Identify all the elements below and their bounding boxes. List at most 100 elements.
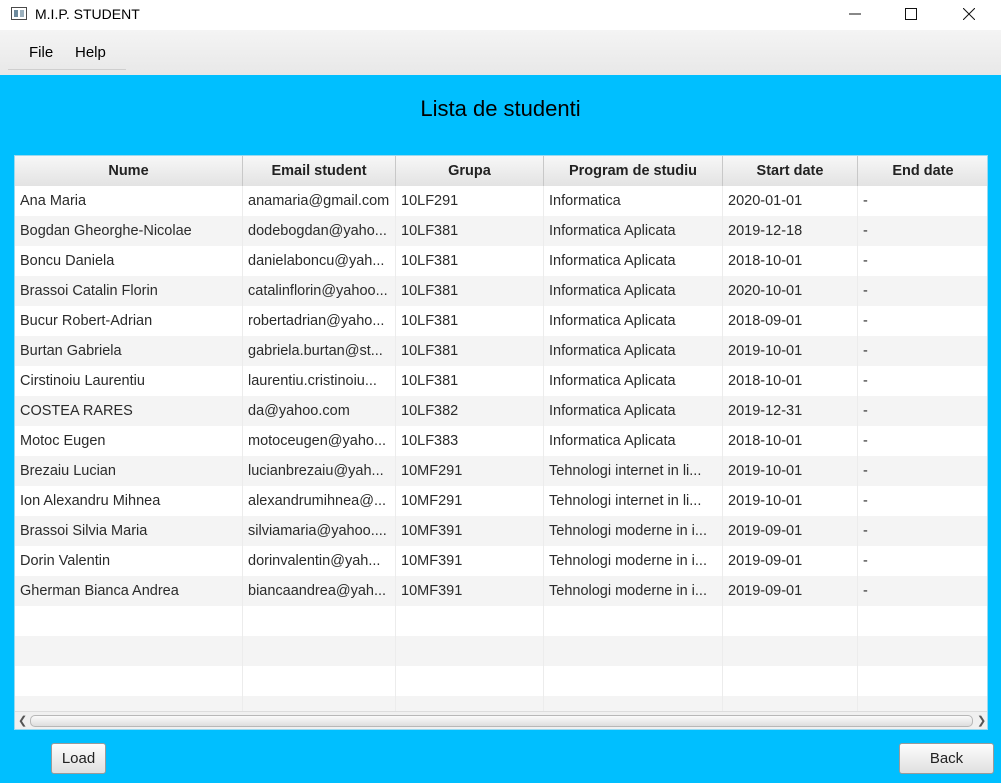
table-cell: da@yahoo.com — [243, 396, 396, 426]
table-row[interactable] — [15, 666, 987, 696]
table-cell: Tehnologi moderne in i... — [544, 546, 723, 576]
table-cell: - — [858, 186, 987, 216]
table-row[interactable]: Brassoi Silvia Maria silviamaria@yahoo...… — [15, 516, 987, 546]
menu-bar: File Help — [0, 30, 1001, 75]
table-cell: 2019-10-01 — [723, 456, 858, 486]
table-cell: - — [858, 456, 987, 486]
table-cell: - — [858, 426, 987, 456]
table-cell: 2019-12-18 — [723, 216, 858, 246]
table-row[interactable]: Dorin Valentin dorinvalentin@yah... 10MF39… — [15, 546, 987, 576]
table-cell: Tehnologi moderne in i... — [544, 576, 723, 606]
table-cell — [243, 606, 396, 636]
table-cell: Informatica Aplicata — [544, 306, 723, 336]
table-cell: 2019-10-01 — [723, 336, 858, 366]
table-cell: - — [858, 336, 987, 366]
table-cell: Brassoi Catalin Florin — [15, 276, 243, 306]
minimize-button[interactable] — [832, 0, 878, 30]
table-cell — [15, 636, 243, 666]
column-header[interactable]: Email student — [243, 156, 396, 186]
table-cell: robertadrian@yaho... — [243, 306, 396, 336]
close-button[interactable] — [946, 0, 992, 30]
table-cell: 10LF382 — [396, 396, 544, 426]
table-row[interactable]: Ana Maria anamaria@gmail.com 10LF291 Inform… — [15, 186, 987, 216]
table-row[interactable]: Motoc Eugen motoceugen@yaho... 10LF383 Info… — [15, 426, 987, 456]
table-cell — [723, 666, 858, 696]
table-cell: - — [858, 276, 987, 306]
minimize-icon — [849, 13, 861, 15]
table-row[interactable]: COSTEA RARES da@yahoo.com 10LF382 Informati… — [15, 396, 987, 426]
table-cell — [15, 666, 243, 696]
table-cell — [723, 636, 858, 666]
table-row[interactable]: Burtan Gabriela gabriela.burtan@st... 10LF… — [15, 336, 987, 366]
column-header[interactable]: Nume — [15, 156, 243, 186]
table-cell — [544, 606, 723, 636]
table-cell: 10LF381 — [396, 306, 544, 336]
table-cell: Burtan Gabriela — [15, 336, 243, 366]
table-row[interactable]: Ion Alexandru Mihnea alexandrumihnea@... 1… — [15, 486, 987, 516]
table-cell: Informatica Aplicata — [544, 246, 723, 276]
table-cell: catalinflorin@yahoo... — [243, 276, 396, 306]
table-row[interactable]: Gherman Bianca Andrea biancaandrea@yah...… — [15, 576, 987, 606]
table-cell: anamaria@gmail.com — [243, 186, 396, 216]
maximize-button[interactable] — [888, 0, 934, 30]
table-row[interactable]: Brezaiu Lucian lucianbrezaiu@yah... 10MF29… — [15, 456, 987, 486]
table-cell: silviamaria@yahoo.... — [243, 516, 396, 546]
table-cell — [396, 666, 544, 696]
back-button[interactable]: Back — [899, 743, 994, 774]
app-icon — [11, 7, 27, 20]
column-header[interactable]: Grupa — [396, 156, 544, 186]
page-title: Lista de studenti — [420, 96, 581, 121]
table-cell: laurentiu.cristinoiu... — [243, 366, 396, 396]
column-header[interactable]: Program de studiu — [544, 156, 723, 186]
table-cell: Informatica Aplicata — [544, 216, 723, 246]
table-row[interactable] — [15, 636, 987, 666]
table-cell — [243, 666, 396, 696]
menu-area: File Help — [8, 34, 126, 70]
table-cell: biancaandrea@yah... — [243, 576, 396, 606]
table-row[interactable]: Brassoi Catalin Florin catalinflorin@yaho… — [15, 276, 987, 306]
scroll-right-icon[interactable]: ❯ — [977, 714, 986, 727]
table-cell: Bogdan Gheorghe-Nicolae — [15, 216, 243, 246]
table-cell: gabriela.burtan@st... — [243, 336, 396, 366]
table-cell: 10LF383 — [396, 426, 544, 456]
menu-file[interactable]: File — [29, 44, 53, 61]
table-cell: - — [858, 216, 987, 246]
table-cell: 10LF381 — [396, 216, 544, 246]
table-cell: Motoc Eugen — [15, 426, 243, 456]
table-row[interactable]: Boncu Daniela danielaboncu@yah... 10LF381 I… — [15, 246, 987, 276]
table-cell: Brezaiu Lucian — [15, 456, 243, 486]
table-cell — [396, 606, 544, 636]
table-cell: 2019-12-31 — [723, 396, 858, 426]
column-header[interactable]: End date — [858, 156, 987, 186]
students-table[interactable]: Nume Email student Grupa Program de studiu S… — [14, 155, 988, 730]
table-cell: Gherman Bianca Andrea — [15, 576, 243, 606]
table-cell — [396, 636, 544, 666]
table-cell: 10LF381 — [396, 246, 544, 276]
window-title: M.I.P. STUDENT — [35, 6, 140, 22]
table-cell — [544, 666, 723, 696]
menu-help[interactable]: Help — [75, 44, 106, 61]
table-cell: dodebogdan@yaho... — [243, 216, 396, 246]
table-cell: 10MF291 — [396, 456, 544, 486]
table-row[interactable]: Bucur Robert-Adrian robertadrian@yaho... 1… — [15, 306, 987, 336]
table-cell: 10LF381 — [396, 366, 544, 396]
table-row[interactable] — [15, 606, 987, 636]
table-row[interactable]: Bogdan Gheorghe-Nicolae dodebogdan@yaho..… — [15, 216, 987, 246]
title-bar: M.I.P. STUDENT — [0, 0, 1001, 30]
close-icon — [962, 7, 976, 21]
table-row[interactable]: Cirstinoiu Laurentiu laurentiu.cristinoiu… — [15, 366, 987, 396]
table-cell: Tehnologi internet in li... — [544, 486, 723, 516]
scrollbar-thumb[interactable] — [30, 715, 973, 727]
maximize-icon — [905, 8, 917, 20]
table-cell: lucianbrezaiu@yah... — [243, 456, 396, 486]
scroll-left-icon[interactable]: ❮ — [18, 714, 27, 727]
table-cell: - — [858, 546, 987, 576]
horizontal-scrollbar[interactable]: ❮ ❯ — [15, 711, 987, 729]
table-cell: Boncu Daniela — [15, 246, 243, 276]
table-cell — [858, 606, 987, 636]
table-cell: 10LF291 — [396, 186, 544, 216]
table-cell: 10LF381 — [396, 276, 544, 306]
table-cell: 2019-09-01 — [723, 546, 858, 576]
load-button[interactable]: Load — [51, 743, 106, 774]
column-header[interactable]: Start date — [723, 156, 858, 186]
